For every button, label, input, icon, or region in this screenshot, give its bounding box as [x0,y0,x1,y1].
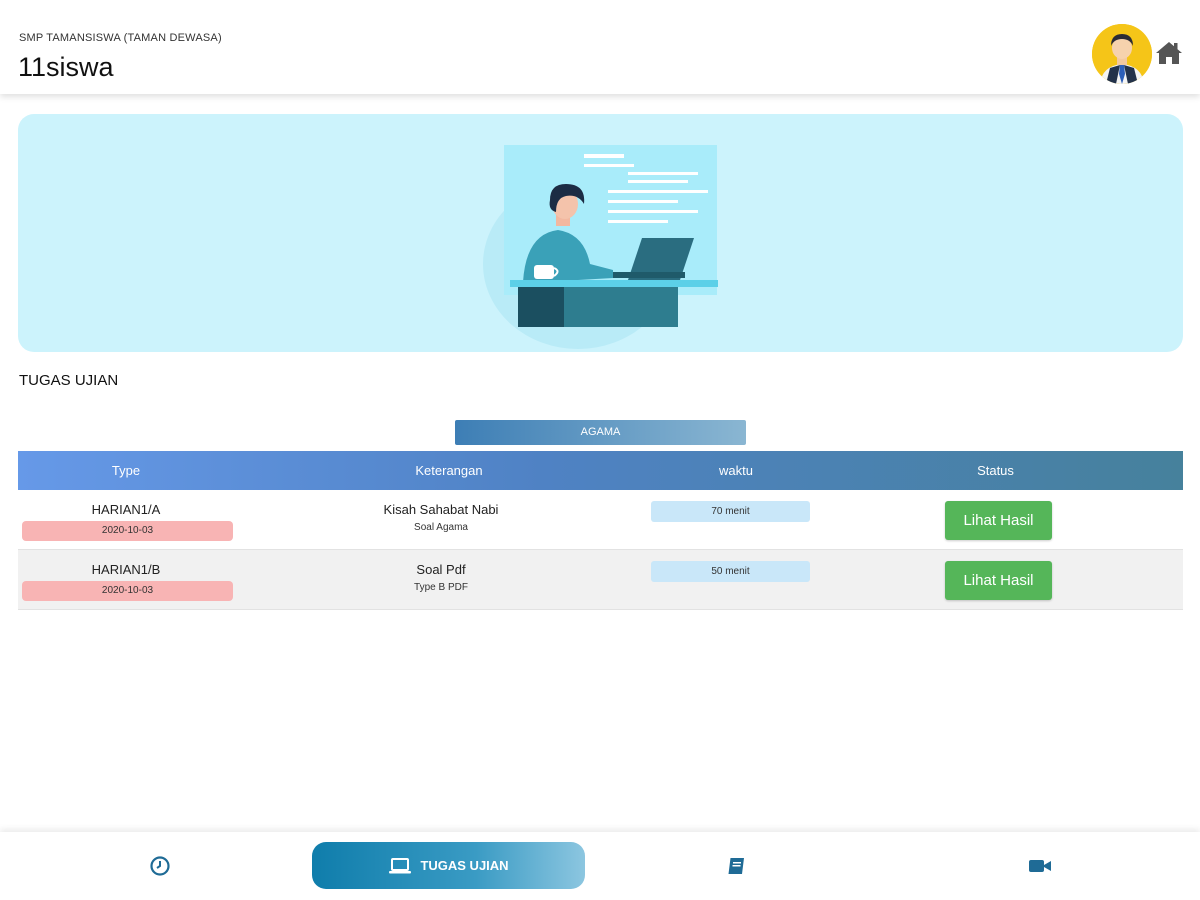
column-header-waktu: waktu [719,463,753,478]
clock-icon [150,856,170,876]
exam-date-badge: 2020-10-03 [22,581,233,601]
hero-banner [18,114,1183,352]
view-result-button[interactable]: Lihat Hasil [945,561,1052,600]
student-at-desk-illustration [483,145,718,349]
column-header-status: Status [977,463,1014,478]
app-header: SMP TAMANSISWA (TAMAN DEWASA) 11siswa [0,0,1200,94]
home-icon [1156,42,1182,64]
exam-type: HARIAN1/A [91,502,161,517]
exam-table: Type Keterangan waktu Status HARIAN1/A 2… [18,451,1183,610]
user-avatar-icon [1092,24,1152,84]
exam-type: HARIAN1/B [91,562,161,577]
avatar[interactable] [1092,24,1152,84]
subject-tab-agama[interactable]: AGAMA [455,420,746,445]
nav-item-tugas-ujian[interactable]: TUGAS UJIAN [312,842,585,889]
nav-item-history[interactable] [110,832,210,900]
exam-date-badge: 2020-10-03 [22,521,233,541]
page-title: 11siswa [18,52,114,82]
duration-badge: 70 menit [651,501,810,522]
exam-subtitle: Soal Agama [414,522,468,533]
bottom-navigation: TUGAS UJIAN [0,832,1200,900]
column-header-keterangan: Keterangan [415,463,483,478]
nav-item-video[interactable] [990,832,1090,900]
book-icon [727,857,744,875]
exam-subtitle: Type B PDF [414,582,468,593]
exam-title: Kisah Sahabat Nabi [383,502,499,517]
column-header-type: Type [111,463,141,478]
nav-item-materi[interactable] [686,832,786,900]
exam-title: Soal Pdf [416,562,466,577]
duration-badge: 50 menit [651,561,810,582]
table-row: HARIAN1/A 2020-10-03 Kisah Sahabat Nabi … [18,490,1183,550]
table-header: Type Keterangan waktu Status [18,451,1183,490]
section-title: TUGAS UJIAN [19,372,119,389]
nav-item-label: TUGAS UJIAN [420,858,509,873]
home-button[interactable] [1155,40,1183,66]
video-camera-icon [1029,860,1051,872]
school-name: SMP TAMANSISWA (TAMAN DEWASA) [19,32,222,44]
laptop-icon [389,857,412,873]
table-row: HARIAN1/B 2020-10-03 Soal Pdf Type B PDF… [18,550,1183,610]
view-result-button[interactable]: Lihat Hasil [945,501,1052,540]
